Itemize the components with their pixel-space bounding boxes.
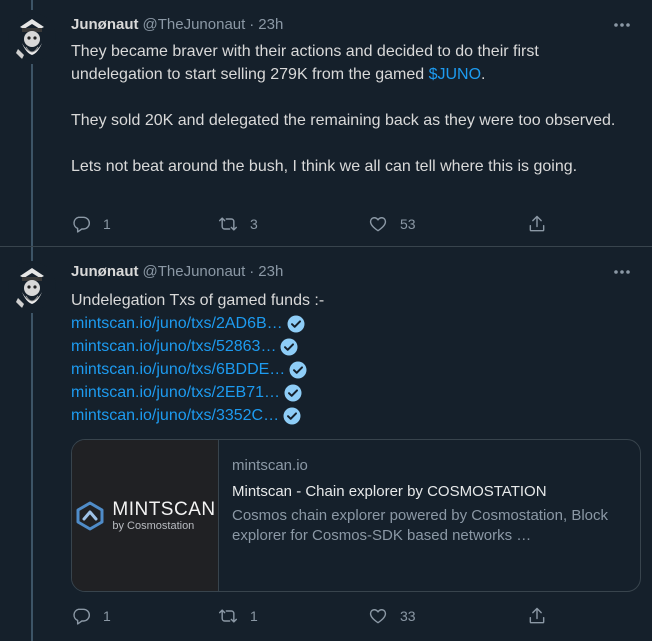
author-handle[interactable]: @TheJunonaut bbox=[143, 263, 246, 280]
tweet[interactable]: Junønaut @TheJunonaut · 23h They became bra… bbox=[0, 0, 652, 247]
link-preview-card[interactable]: MINTSCAN by Cosmostation mintscan.io Min… bbox=[71, 439, 641, 592]
separator: · bbox=[249, 263, 255, 280]
verified-badge-icon bbox=[280, 338, 298, 356]
card-thumbnail: MINTSCAN by Cosmostation bbox=[72, 440, 219, 591]
tx-link[interactable]: mintscan.io/juno/txs/52863… bbox=[71, 335, 276, 358]
like-count: 53 bbox=[400, 216, 416, 232]
retweet-count: 3 bbox=[250, 216, 258, 232]
author-avatar[interactable] bbox=[8, 13, 56, 61]
brand-subtitle: by Cosmostation bbox=[112, 519, 195, 532]
like-button[interactable]: 53 bbox=[368, 213, 416, 235]
tweet-text: They became braver with their actions an… bbox=[71, 40, 631, 178]
tx-link[interactable]: mintscan.io/juno/txs/2AD6B… bbox=[71, 312, 283, 335]
tx-link[interactable]: mintscan.io/juno/txs/6BDDE… bbox=[71, 358, 285, 381]
text-segment: . bbox=[481, 66, 486, 83]
heart-icon bbox=[369, 609, 387, 624]
reply-count: 1 bbox=[103, 608, 111, 624]
mintscan-logo-icon bbox=[76, 501, 104, 530]
share-button[interactable] bbox=[527, 213, 547, 235]
tweet[interactable]: Junønaut @TheJunonaut · 23h Undelegation Tx… bbox=[0, 247, 652, 641]
thread-connector bbox=[31, 313, 33, 641]
verified-badge-icon bbox=[283, 407, 301, 425]
tweet-actions: 1 3 53 bbox=[71, 213, 631, 235]
heart-icon bbox=[369, 217, 387, 232]
reply-button[interactable]: 1 bbox=[71, 605, 111, 627]
tweet-intro: Undelegation Txs of gamed funds :- bbox=[71, 292, 325, 309]
reply-icon bbox=[73, 216, 91, 233]
author-name[interactable]: Junønaut bbox=[71, 16, 139, 33]
verified-badge-icon bbox=[287, 315, 305, 333]
tweet-header: Junønaut @TheJunonaut · 23h bbox=[71, 15, 283, 35]
link-row: mintscan.io/juno/txs/2AD6B… bbox=[71, 312, 631, 335]
link-row: mintscan.io/juno/txs/6BDDE… bbox=[71, 358, 631, 381]
reply-icon bbox=[73, 608, 91, 625]
tweet-header: Junønaut @TheJunonaut · 23h bbox=[71, 262, 283, 282]
retweet-icon bbox=[218, 609, 238, 623]
link-row: mintscan.io/juno/txs/2EB71… bbox=[71, 381, 631, 404]
author-name[interactable]: Junønaut bbox=[71, 263, 139, 280]
mintscan-logo: MINTSCAN by Cosmostation bbox=[74, 498, 216, 532]
tweet-paragraph: Lets not beat around the bush, I think w… bbox=[71, 158, 578, 175]
retweet-count: 1 bbox=[250, 608, 258, 624]
author-avatar[interactable] bbox=[8, 262, 56, 310]
retweet-icon bbox=[218, 217, 238, 231]
tweet-paragraph: They sold 20K and delegated the remainin… bbox=[71, 112, 616, 129]
more-icon[interactable] bbox=[612, 262, 632, 282]
share-button[interactable] bbox=[527, 605, 547, 627]
tweet-paragraph: They became braver with their actions an… bbox=[71, 40, 631, 86]
brand-name: MINTSCAN bbox=[112, 498, 216, 520]
card-title: Mintscan - Chain explorer by COSMOSTATIO… bbox=[232, 483, 547, 500]
tx-link[interactable]: mintscan.io/juno/txs/3352C… bbox=[71, 404, 279, 427]
link-row: mintscan.io/juno/txs/3352C… bbox=[71, 404, 631, 427]
reply-count: 1 bbox=[103, 216, 111, 232]
card-description: Cosmos chain explorer powered by Cosmost… bbox=[232, 507, 609, 544]
separator: · bbox=[249, 16, 255, 33]
retweet-button[interactable]: 3 bbox=[218, 213, 258, 235]
author-handle[interactable]: @TheJunonaut bbox=[143, 16, 246, 33]
more-icon[interactable] bbox=[612, 15, 632, 35]
tweet-text: Undelegation Txs of gamed funds :- mints… bbox=[71, 289, 631, 427]
cashtag-link[interactable]: $JUNO bbox=[429, 66, 481, 83]
retweet-button[interactable]: 1 bbox=[218, 605, 258, 627]
reply-button[interactable]: 1 bbox=[71, 213, 111, 235]
share-icon bbox=[529, 215, 545, 232]
verified-badge-icon bbox=[289, 361, 307, 379]
tweet-timestamp[interactable]: 23h bbox=[258, 16, 283, 33]
link-row: mintscan.io/juno/txs/52863… bbox=[71, 335, 631, 358]
share-icon bbox=[529, 607, 545, 624]
thread-connector bbox=[31, 64, 33, 246]
tweet-timestamp[interactable]: 23h bbox=[258, 263, 283, 280]
like-count: 33 bbox=[400, 608, 416, 624]
tweet-actions: 1 1 33 bbox=[71, 605, 631, 627]
card-domain: mintscan.io bbox=[232, 457, 308, 474]
tx-link[interactable]: mintscan.io/juno/txs/2EB71… bbox=[71, 381, 280, 404]
card-text: mintscan.io Mintscan - Chain explorer by… bbox=[232, 456, 628, 546]
verified-badge-icon bbox=[284, 384, 302, 402]
like-button[interactable]: 33 bbox=[368, 605, 416, 627]
thread-connector bbox=[31, 247, 33, 261]
